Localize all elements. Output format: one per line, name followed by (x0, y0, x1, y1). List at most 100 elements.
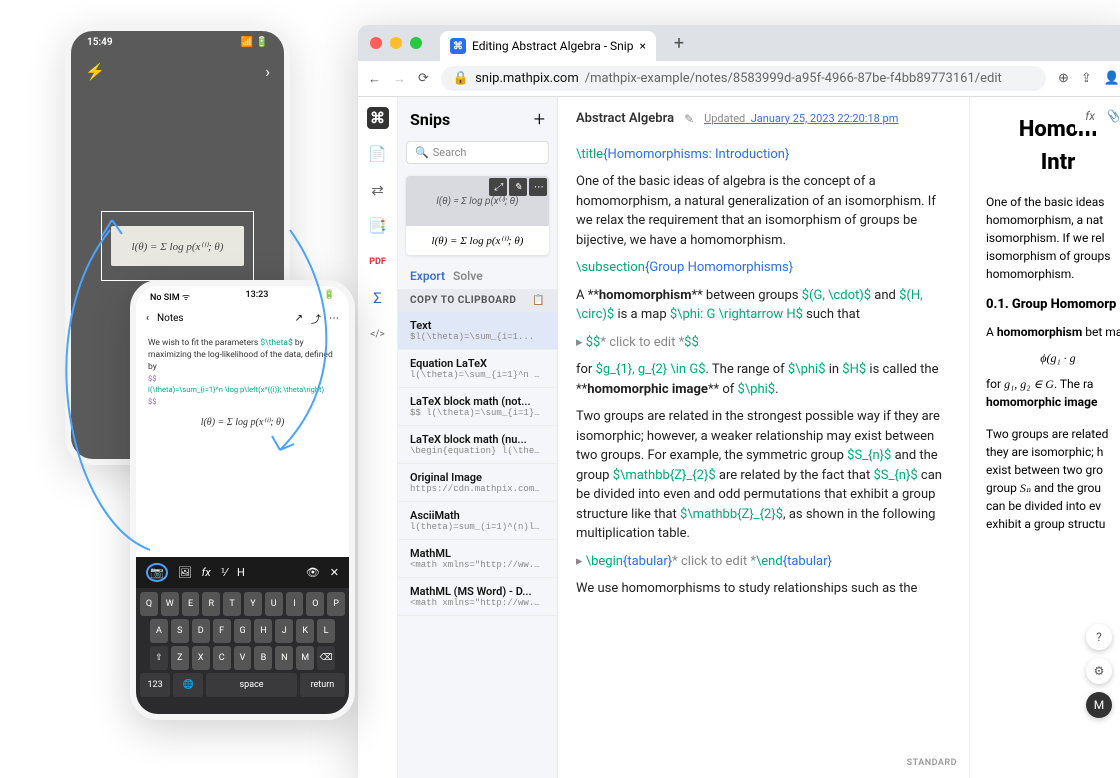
key-row-2: ASDFGHJKL (140, 619, 345, 643)
sidebar-doc-icon[interactable]: 📄 (367, 143, 389, 165)
m-button[interactable]: M (1086, 692, 1112, 718)
camera-icon[interactable]: 📷 (146, 563, 168, 582)
traffic-light-minimize[interactable] (390, 37, 402, 49)
key-🌐[interactable]: 🌐 (173, 673, 203, 697)
keyboard[interactable]: QWERTYUIOP ASDFGHJKL ⇧ZXCVBNM⌫ 123🌐space… (136, 588, 349, 714)
snip-preview-card[interactable]: l(θ) = Σ log p(x⁽ⁱ⁾; θ) ⤢ ✎ ⋯ l(θ) = Σ l… (406, 176, 549, 255)
key-space[interactable]: space (206, 673, 296, 697)
image-icon[interactable]: 🖼 (178, 566, 192, 579)
eye-icon[interactable]: 👁 (306, 566, 320, 579)
search-icon[interactable]: ⊕ (1058, 71, 1069, 86)
copy-item[interactable]: AsciiMathl(theta)=sum_(i=1)^(n)log ... (398, 502, 557, 540)
close-icon[interactable]: ✕ (330, 566, 339, 579)
copy-list-header: COPY TO CLIPBOARD 📋 (398, 289, 557, 312)
copy-item[interactable]: Equation LaTeXl(\theta)=\sum_{i=1}^n \lo… (398, 350, 557, 388)
url-field[interactable]: 🔒 snip.mathpix.com/mathpix-example/notes… (441, 66, 1046, 91)
sidebar-pdf-icon[interactable]: PDF (367, 251, 389, 273)
fraction-icon[interactable]: ⅟ (221, 566, 227, 579)
settings-button[interactable]: ⚙ (1086, 658, 1112, 684)
back-button[interactable]: ‹ (146, 313, 149, 324)
key-c[interactable]: C (213, 646, 231, 670)
snip-edit-icon[interactable]: ✎ (509, 178, 527, 196)
copy-item[interactable]: MathML<math xmlns="http://ww... (398, 540, 557, 578)
key-h[interactable]: H (254, 619, 272, 643)
copy-item[interactable]: LaTeX block math (not...$$ l(\theta)=\su… (398, 388, 557, 426)
copy-item[interactable]: Text$l(\theta)=\sum_{i=1... (398, 312, 557, 350)
key-j[interactable]: J (275, 619, 293, 643)
nav-forward-icon[interactable]: → (393, 71, 406, 87)
tab-close-icon[interactable]: × (639, 39, 645, 53)
key-s[interactable]: S (171, 619, 189, 643)
snips-search[interactable]: 🔍 Search (406, 141, 549, 164)
nav-back-icon[interactable]: ← (368, 71, 381, 87)
key-o[interactable]: O (306, 592, 324, 616)
copy-item[interactable]: MathML (MS Word) - D...<math xmlns="http… (398, 578, 557, 616)
search-icon: 🔍 (415, 146, 429, 159)
key-i[interactable]: I (286, 592, 304, 616)
doc-updated[interactable]: Updated January 25, 2023 22:20:18 pm (704, 111, 898, 128)
phone2-editor-body[interactable]: We wish to fit the parameters $\theta$ b… (136, 330, 349, 446)
fx-toolbar-icon[interactable]: fx (1085, 109, 1095, 123)
export-tab[interactable]: Export (410, 269, 445, 283)
key-d[interactable]: D (192, 619, 210, 643)
help-button[interactable]: ? (1086, 624, 1112, 650)
snip-more-icon[interactable]: ⋯ (529, 178, 547, 196)
reload-icon[interactable]: ⟳ (418, 71, 429, 86)
key-q[interactable]: Q (140, 592, 158, 616)
source-pane[interactable]: Abstract Algebra ✎ Updated January 25, 2… (558, 97, 970, 778)
key-x[interactable]: X (192, 646, 210, 670)
share-icon[interactable]: ⇪ (1081, 71, 1092, 86)
share-icon[interactable]: ↗ (295, 313, 303, 324)
src-click-edit-2[interactable]: ▸ \begin{tabular}* click to edit *\end{t… (576, 552, 951, 572)
key-r[interactable]: R (202, 592, 220, 616)
traffic-light-zoom[interactable] (410, 37, 422, 49)
flash-icon[interactable]: ⚡ (85, 62, 105, 81)
add-snip-icon[interactable]: + (534, 107, 545, 131)
key-b[interactable]: B (254, 646, 272, 670)
heading-icon[interactable]: H (237, 566, 245, 579)
solve-tab[interactable]: Solve (453, 269, 483, 283)
key-k[interactable]: K (296, 619, 314, 643)
traffic-light-close[interactable] (370, 37, 382, 49)
key-⇧[interactable]: ⇧ (150, 646, 168, 670)
key-f[interactable]: F (213, 619, 231, 643)
attach-toolbar-icon[interactable]: 📎 (1105, 109, 1120, 123)
forward-icon[interactable]: › (265, 62, 270, 81)
browser-tab[interactable]: ⌘ Editing Abstract Algebra - Snip × (440, 31, 656, 61)
profile-icon[interactable]: 👤 (1104, 71, 1120, 86)
copy-item[interactable]: LaTeX block math (nu...\begin{equation} … (398, 426, 557, 464)
key-z[interactable]: Z (171, 646, 189, 670)
more-icon[interactable]: ⋯ (329, 313, 339, 324)
copy-item[interactable]: Original Imagehttps://cdn.mathpix.com/s.… (398, 464, 557, 502)
key-n[interactable]: N (275, 646, 293, 670)
key-m[interactable]: M (296, 646, 314, 670)
new-tab-button[interactable]: + (674, 33, 684, 54)
copy-all-icon[interactable]: 📋 (532, 295, 545, 306)
key-y[interactable]: Y (244, 592, 262, 616)
key-return[interactable]: return (300, 673, 345, 697)
sidebar-flow-icon[interactable]: ⇄ (367, 179, 389, 201)
key-e[interactable]: E (182, 592, 200, 616)
src-click-edit-1[interactable]: ▸ $$* click to edit *$$ (576, 333, 951, 353)
key-⌫[interactable]: ⌫ (317, 646, 335, 670)
key-t[interactable]: T (223, 592, 241, 616)
key-p[interactable]: P (327, 592, 345, 616)
key-123[interactable]: 123 (140, 673, 170, 697)
sidebar-sigma-icon[interactable]: Σ (367, 287, 389, 309)
key-l[interactable]: L (317, 619, 335, 643)
snip-expand-icon[interactable]: ⤢ (489, 178, 507, 196)
key-g[interactable]: G (234, 619, 252, 643)
key-v[interactable]: V (234, 646, 252, 670)
src-p3: for $g_{1}, g_{2} \in G$. The range of $… (576, 360, 951, 399)
key-a[interactable]: A (150, 619, 168, 643)
sidebar-code-icon[interactable]: </> (367, 323, 389, 345)
key-row-3: ⇧ZXCVBNM⌫ (140, 646, 345, 670)
sidebar-page-icon[interactable]: 📑 (367, 215, 389, 237)
upload-icon[interactable]: ⤴ (311, 311, 321, 326)
fx-icon[interactable]: fx (202, 566, 211, 579)
key-u[interactable]: U (265, 592, 283, 616)
tab-favicon: ⌘ (450, 38, 466, 54)
key-w[interactable]: W (161, 592, 179, 616)
edit-title-icon[interactable]: ✎ (684, 110, 694, 128)
app-logo-icon[interactable]: ⌘ (367, 107, 389, 129)
